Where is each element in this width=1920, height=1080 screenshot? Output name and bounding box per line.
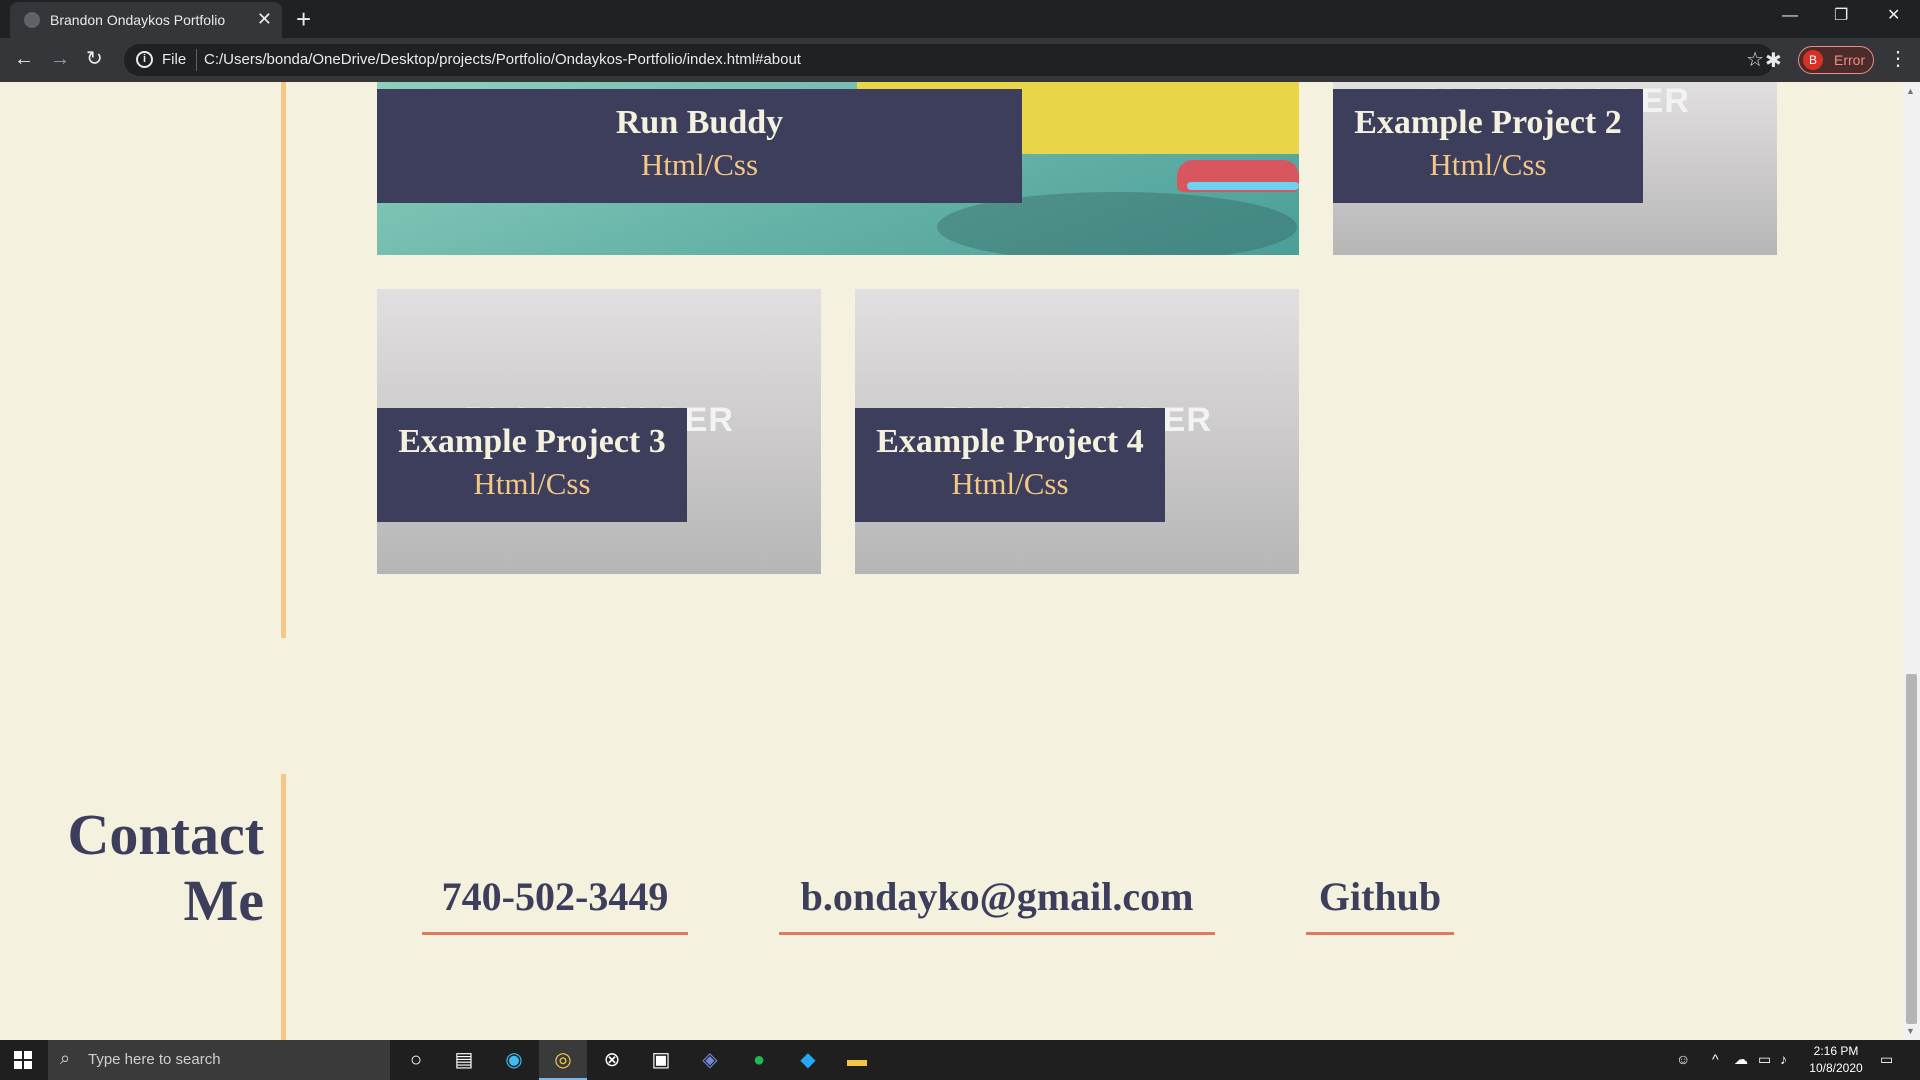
project-card-3[interactable]: PLACEHOLDER Example Project 3 Html/Css — [377, 289, 821, 574]
scheme-label: File — [162, 51, 187, 68]
contact-heading-line1: Contact — [67, 802, 264, 867]
email-link[interactable]: b.ondayko@gmail.com — [779, 872, 1215, 935]
star-icon[interactable]: ☆ — [1746, 47, 1764, 72]
reload-icon[interactable]: ↻ — [86, 48, 103, 70]
browser-tab[interactable]: Brandon Ondaykos Portfolio ✕ — [10, 2, 282, 38]
store-icon[interactable]: ▣ — [637, 1040, 685, 1080]
tab-close-icon[interactable]: ✕ — [257, 9, 272, 29]
spotify-icon[interactable]: ● — [735, 1040, 783, 1080]
browser-tab-bar: Brandon Ondaykos Portfolio ✕ + — ❐ ✕ — [0, 0, 1920, 38]
notifications-icon[interactable]: ▭ — [1880, 1051, 1893, 1068]
people-icon[interactable]: ☺ — [1676, 1051, 1690, 1067]
extensions-icon[interactable]: ✱ — [1765, 48, 1782, 73]
new-tab-button[interactable]: + — [296, 4, 311, 34]
clock-time: 2:16 PM — [1813, 1044, 1859, 1058]
back-icon[interactable]: ← — [14, 48, 34, 70]
windows-start-icon[interactable] — [14, 1051, 32, 1069]
globe-icon — [24, 12, 40, 28]
xbox-icon[interactable]: ⊗ — [588, 1040, 636, 1080]
address-bar[interactable]: i File C:/Users/bonda/OneDrive/Desktop/p… — [124, 44, 1774, 76]
search-placeholder: Type here to search — [88, 1051, 221, 1068]
project-card-2[interactable]: PLACEHOLDER Example Project 2 Html/Css — [1333, 82, 1777, 255]
edge-icon[interactable]: ◉ — [490, 1040, 538, 1080]
vscode-icon[interactable]: ◆ — [784, 1040, 832, 1080]
section-divider-contact — [281, 774, 286, 1040]
info-icon[interactable]: i — [136, 51, 153, 68]
project-tech: Html/Css — [951, 466, 1069, 501]
project-tech: Html/Css — [473, 466, 591, 501]
section-divider-projects — [281, 82, 286, 638]
project-card-4[interactable]: PLACEHOLDER Example Project 4 Html/Css — [855, 289, 1299, 574]
shoe-sole-image — [1187, 182, 1299, 190]
forward-icon[interactable]: → — [50, 48, 70, 70]
contact-heading-line2: Me — [183, 868, 265, 933]
project-label: Example Project 2 Html/Css — [1333, 89, 1643, 203]
page-scrollbar[interactable]: ▲ ▼ — [1903, 82, 1920, 1040]
chevron-up-icon[interactable]: ^ — [1712, 1051, 1719, 1067]
taskbar-clock[interactable]: 2:16 PM 10/8/2020 — [1796, 1043, 1876, 1077]
project-label: Example Project 3 Html/Css — [377, 408, 687, 522]
restore-icon[interactable]: ❐ — [1834, 4, 1848, 28]
address-divider — [196, 49, 197, 71]
github-link[interactable]: Github — [1306, 872, 1454, 935]
scroll-up-icon[interactable]: ▲ — [1906, 86, 1915, 96]
project-title: Example Project 3 — [398, 423, 666, 460]
window-close-icon[interactable]: ✕ — [1887, 4, 1900, 28]
onedrive-icon[interactable]: ☁ — [1734, 1051, 1748, 1068]
project-tech: Html/Css — [1429, 147, 1547, 182]
project-card-run-buddy[interactable]: Run Buddy Html/Css — [377, 82, 1299, 255]
project-title: Example Project 4 — [876, 423, 1144, 460]
chrome-icon[interactable]: ◎ — [539, 1040, 587, 1080]
file-explorer-icon[interactable]: ▬ — [833, 1040, 881, 1080]
project-label: Run Buddy Html/Css — [377, 89, 1022, 203]
scrollbar-thumb[interactable] — [1906, 674, 1917, 1024]
task-view-icon[interactable]: ▤ — [440, 1040, 488, 1080]
volume-icon[interactable]: ♪ — [1780, 1051, 1787, 1067]
menu-icon[interactable]: ⋮ — [1888, 46, 1908, 71]
profile-button[interactable]: B Error — [1798, 46, 1874, 74]
project-tech: Html/Css — [640, 147, 759, 182]
discord-icon[interactable]: ◈ — [686, 1040, 734, 1080]
tab-title: Brandon Ondaykos Portfolio — [50, 12, 226, 28]
project-title: Example Project 2 — [1354, 104, 1622, 141]
minimize-icon[interactable]: — — [1782, 4, 1798, 28]
network-icon[interactable]: ▭ — [1758, 1051, 1771, 1068]
clock-date: 10/8/2020 — [1809, 1061, 1863, 1075]
project-title: Run Buddy — [615, 104, 784, 141]
cortana-icon[interactable]: ○ — [392, 1040, 440, 1080]
taskbar-search[interactable]: ⌕ Type here to search — [48, 1040, 390, 1080]
windows-taskbar: ⌕ Type here to search ○ ▤ ◉ ◎ ⊗ ▣ ◈ ● ◆ … — [0, 1040, 1920, 1080]
avatar: B — [1803, 50, 1823, 70]
scroll-down-icon[interactable]: ▼ — [1906, 1026, 1915, 1036]
contact-heading: Contact Me — [40, 802, 264, 934]
page-viewport: Run Buddy Html/Css PLACEHOLDER Example P… — [0, 82, 1920, 1040]
phone-link[interactable]: 740-502-3449 — [422, 872, 688, 935]
search-icon: ⌕ — [60, 1048, 71, 1068]
browser-toolbar: ← → ↻ i File C:/Users/bonda/OneDrive/Des… — [0, 38, 1920, 82]
project-label: Example Project 4 Html/Css — [855, 408, 1165, 522]
profile-status: Error — [1834, 52, 1866, 68]
url-text[interactable]: C:/Users/bonda/OneDrive/Desktop/projects… — [204, 51, 801, 68]
